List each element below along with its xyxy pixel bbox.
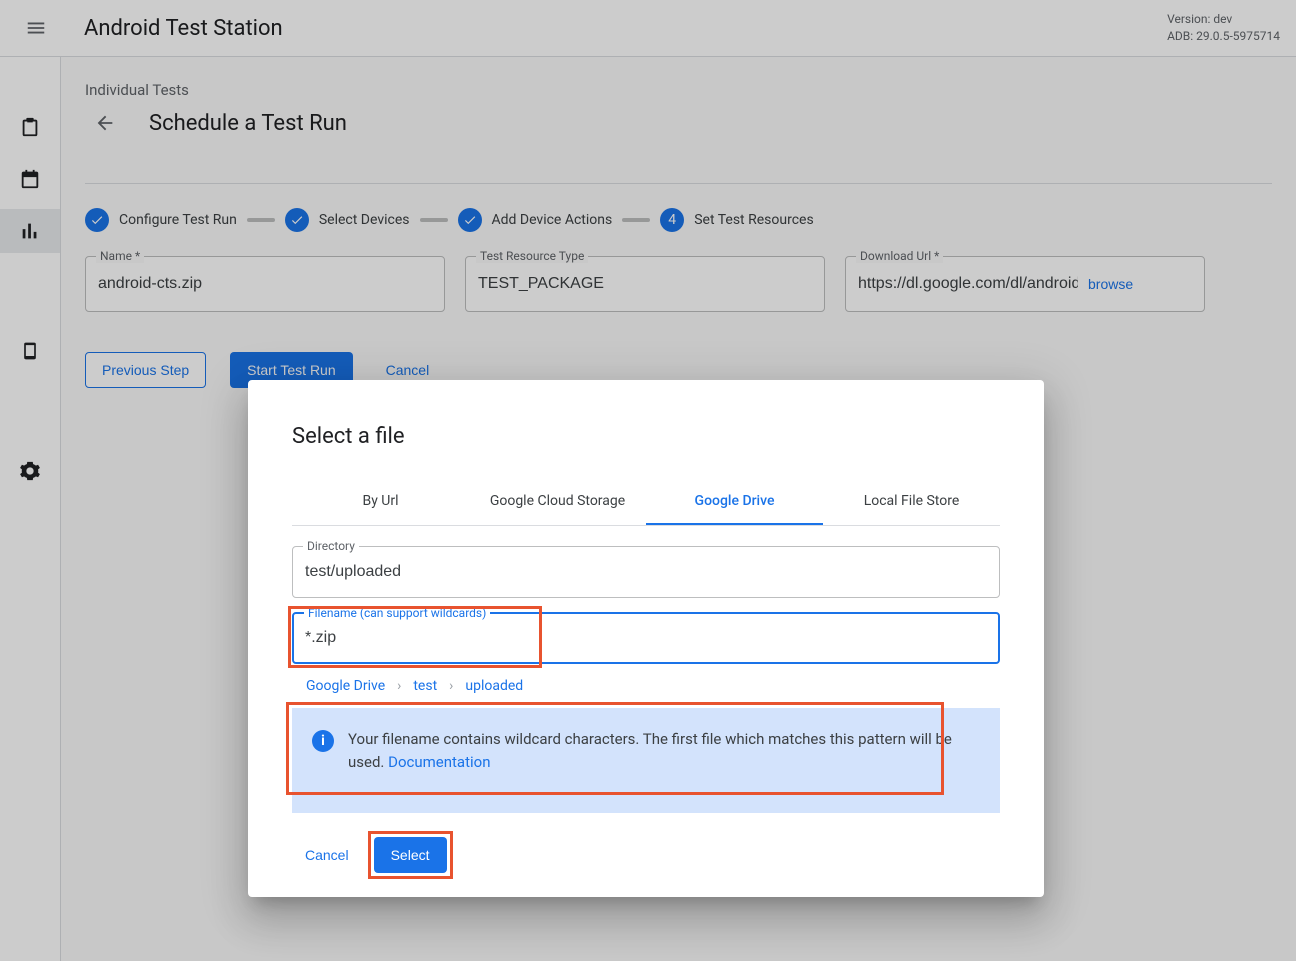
bc-uploaded[interactable]: uploaded <box>465 678 523 694</box>
tab-gcs[interactable]: Google Cloud Storage <box>469 479 646 525</box>
documentation-link[interactable]: Documentation <box>388 753 490 771</box>
bc-test[interactable]: test <box>413 678 437 694</box>
dialog-tabs: By Url Google Cloud Storage Google Drive… <box>292 479 1000 526</box>
filename-field[interactable]: Filename (can support wildcards) <box>292 612 1000 664</box>
filename-label: Filename (can support wildcards) <box>304 606 490 620</box>
info-text-wrap: Your filename contains wildcard characte… <box>348 728 980 773</box>
dialog-actions: Cancel Select <box>292 837 1000 873</box>
tab-by-url[interactable]: By Url <box>292 479 469 525</box>
directory-field[interactable]: Directory <box>292 546 1000 598</box>
directory-input[interactable] <box>305 563 987 581</box>
dialog-title: Select a file <box>292 424 1000 449</box>
tab-drive[interactable]: Google Drive <box>646 479 823 525</box>
filename-input[interactable] <box>305 629 987 647</box>
chevron-right-icon: › <box>397 678 401 694</box>
tab-local[interactable]: Local File Store <box>823 479 1000 525</box>
dialog-cancel-button[interactable]: Cancel <box>292 837 362 873</box>
directory-label: Directory <box>303 539 359 553</box>
bc-root[interactable]: Google Drive <box>306 678 385 694</box>
path-breadcrumb: Google Drive › test › uploaded <box>306 678 1000 694</box>
dialog-select-button[interactable]: Select <box>374 837 447 873</box>
select-file-dialog: Select a file By Url Google Cloud Storag… <box>248 380 1044 897</box>
info-icon: i <box>312 730 334 752</box>
wildcard-info-banner: i Your filename contains wildcard charac… <box>292 708 1000 813</box>
chevron-right-icon: › <box>449 678 453 694</box>
